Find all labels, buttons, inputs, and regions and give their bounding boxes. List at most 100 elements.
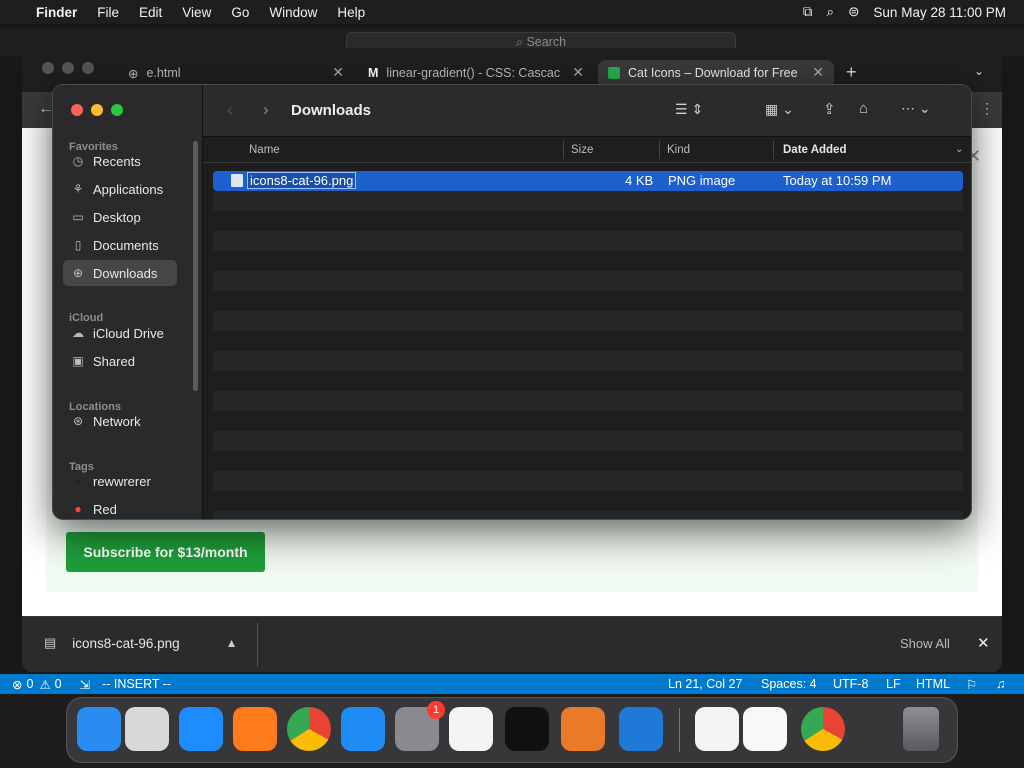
menu-window[interactable]: Window [269, 5, 317, 20]
sidebar-item-label: Desktop [93, 209, 141, 225]
sidebar-item-shared[interactable]: ▣ Shared [63, 348, 177, 374]
sort-chevron-icon[interactable]: ⌄ [955, 144, 963, 155]
browser-minimize-dot[interactable] [62, 62, 74, 74]
forward-chevron-icon[interactable]: › [263, 100, 269, 120]
menu-go[interactable]: Go [231, 5, 249, 20]
indentation[interactable]: Spaces: 4 [761, 677, 817, 691]
sidebar-scrollbar[interactable] [193, 141, 198, 391]
sidebar-item-red[interactable]: ● Red [63, 496, 177, 519]
column-name[interactable]: Name [249, 144, 280, 156]
back-chevron-icon[interactable]: ‹ [227, 100, 233, 120]
tab-close-icon[interactable]: ✕ [568, 64, 584, 81]
sidebar-item-rewwrerer[interactable]: ● rewwrerer [63, 468, 177, 494]
app-store-dock-icon[interactable] [341, 707, 385, 751]
sidebar-item-network[interactable]: ⊛ Network [63, 408, 177, 434]
chrome-dock-icon[interactable] [801, 707, 845, 751]
show-all-button[interactable]: Show All [900, 636, 950, 651]
feedback-icon[interactable]: ⚐ [966, 677, 977, 692]
warning-icon[interactable]: ⚠ [39, 677, 50, 692]
language-mode[interactable]: HTML [916, 677, 950, 691]
terminal-dock-icon[interactable] [505, 707, 549, 751]
minimize-window-dot[interactable] [91, 104, 103, 116]
tag-icon[interactable]: ⌂ [859, 100, 868, 117]
vscode-dock-icon[interactable] [619, 707, 663, 751]
sidebar-item-icloud-drive[interactable]: ☁ iCloud Drive [63, 320, 177, 346]
zoom-window-dot[interactable] [111, 104, 123, 116]
column-divider[interactable] [773, 141, 774, 159]
visual-studio-dock-icon[interactable] [695, 707, 739, 751]
chevron-up-icon[interactable]: ▲ [226, 636, 238, 650]
more-actions-icon[interactable]: ⋯ ⌄ [901, 100, 931, 117]
close-shelf-icon[interactable]: ✕ [977, 634, 990, 652]
vim-mode-icon: ⇲ [79, 677, 91, 692]
line-ending[interactable]: LF [886, 677, 901, 691]
download-item[interactable]: ▤ icons8-cat-96.png ▲ [44, 635, 238, 651]
file-row-selected[interactable]: icons8-cat-96.png 4 KB PNG image Today a… [213, 171, 963, 191]
launchpad-dock-icon[interactable] [125, 707, 169, 751]
menu-help[interactable]: Help [337, 5, 365, 20]
filename-rename-field[interactable]: icons8-cat-96.png [247, 172, 357, 189]
freeform-dock-icon[interactable] [743, 707, 787, 751]
notification-badge: 1 [427, 701, 445, 719]
column-date-added[interactable]: Date Added [783, 144, 846, 156]
menu-edit[interactable]: Edit [139, 5, 162, 20]
screen-mirroring-icon[interactable]: ⧉ [803, 4, 813, 20]
chrome-dock-icon[interactable] [287, 707, 331, 751]
spotlight-search-icon[interactable]: ⌕ [827, 4, 835, 20]
divider [257, 623, 258, 667]
system-settings-dock-icon[interactable]: 1 [395, 701, 445, 751]
tag-dot-icon: ● [74, 502, 82, 516]
empty-row [213, 271, 963, 291]
icons8-icon [608, 67, 620, 79]
browser-menu-icon[interactable]: ⋮ [980, 100, 994, 117]
column-divider[interactable] [659, 141, 660, 159]
column-kind[interactable]: Kind [667, 144, 690, 156]
firefox-dock-icon[interactable] [233, 707, 277, 751]
error-icon[interactable]: ⊗ [12, 677, 22, 692]
finder-dock-icon[interactable] [77, 707, 121, 751]
file-kind: PNG image [668, 173, 736, 188]
sidebar-item-label: Documents [93, 237, 159, 253]
browser-close-dot[interactable] [42, 62, 54, 74]
sidebar-item-documents[interactable]: ▯ Documents [63, 232, 177, 258]
browser-zoom-dot[interactable] [82, 62, 94, 74]
menu-file[interactable]: File [97, 5, 119, 20]
finder-sidebar: Favorites ◷ Recents ⚘ Applications ▭ Desktop ▯ D… [53, 85, 203, 519]
textedit-dock-icon[interactable] [449, 707, 493, 751]
empty-row [213, 191, 963, 211]
browser-tab-2[interactable]: M linear-gradient() - CSS: Cascac ✕ [358, 60, 594, 86]
document-icon: ▯ [74, 238, 82, 252]
browser-tab-3-active[interactable]: Cat Icons – Download for Free ✕ [598, 60, 834, 86]
menubar-clock[interactable]: Sun May 28 11:00 PM [873, 5, 1006, 20]
column-size[interactable]: Size [571, 144, 593, 156]
finder-window: Favorites ◷ Recents ⚘ Applications ▭ Desktop ▯ D… [52, 84, 972, 520]
trash-dock-icon[interactable] [903, 707, 939, 751]
new-tab-icon[interactable]: + [846, 62, 857, 83]
safari-dock-icon[interactable] [179, 707, 223, 751]
cursor-position[interactable]: Ln 21, Col 27 [668, 677, 742, 691]
sidebar-item-desktop[interactable]: ▭ Desktop [63, 204, 177, 230]
close-window-dot[interactable] [71, 104, 83, 116]
sidebar-item-recents[interactable]: ◷ Recents [63, 148, 177, 174]
subscribe-button[interactable]: Subscribe for $13/month [66, 532, 265, 572]
share-icon[interactable]: ⇪ [823, 100, 836, 118]
sidebar-item-downloads[interactable]: ⊕ Downloads [63, 260, 177, 286]
menu-view[interactable]: View [182, 5, 211, 20]
sidebar-item-applications[interactable]: ⚘ Applications [63, 176, 177, 202]
tab-close-icon[interactable]: ✕ [332, 64, 344, 81]
group-icon[interactable]: ▦ ⌄ [765, 101, 794, 118]
tab-search-chevron-icon[interactable]: ⌄ [974, 64, 984, 78]
warning-count[interactable]: 0 [55, 677, 62, 691]
column-divider[interactable] [563, 141, 564, 159]
tab-close-icon[interactable]: ✕ [808, 64, 824, 81]
encoding[interactable]: UTF-8 [833, 677, 868, 691]
error-count[interactable]: 0 [26, 677, 33, 691]
garageband-dock-icon[interactable] [561, 707, 605, 751]
menu-app-name[interactable]: Finder [36, 5, 77, 20]
clock-icon: ◷ [72, 154, 84, 168]
notifications-icon[interactable]: ♫ [996, 677, 1005, 691]
control-center-icon[interactable]: ⊜ [848, 4, 859, 20]
list-view-icon[interactable]: ☰ ⇕ [675, 101, 703, 118]
file-date-added: Today at 10:59 PM [783, 173, 892, 188]
browser-tab-1[interactable]: ⊕ e.html ✕ [118, 60, 354, 86]
